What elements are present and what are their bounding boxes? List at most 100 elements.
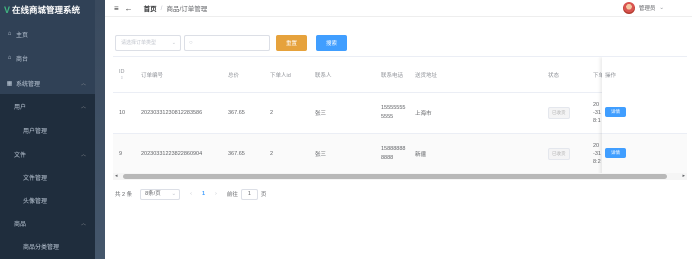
scroll-right-icon[interactable]: ▸ — [682, 173, 685, 180]
pagination: 共 2 条 8条/页 ⌄ ‹ 1 › 前往 1 页 — [115, 188, 266, 200]
chevron-up-icon: ︿ — [80, 103, 86, 110]
chevron-up-icon: ︿ — [80, 220, 86, 227]
goto-page-input[interactable]: 1 — [240, 188, 258, 200]
reset-button[interactable]: 重置 — [276, 35, 307, 51]
page-number-current[interactable]: 1 — [202, 191, 205, 197]
select-placeholder: 请选择订单类型 — [121, 40, 157, 46]
column-header-uid: 下单人id — [270, 72, 291, 79]
cell-status: 已收货 — [548, 93, 570, 133]
time-line: 20 — [593, 102, 600, 108]
search-input[interactable]: ○ — [184, 35, 270, 51]
next-page-icon[interactable]: › — [215, 191, 217, 197]
cell-contact: 张三 — [315, 152, 327, 158]
prev-page-icon[interactable]: ‹ — [190, 191, 192, 197]
time-line: 8:1 — [593, 118, 601, 124]
chevron-down-icon: ⌄ — [171, 190, 177, 197]
shop-icon: ⌂ — [7, 55, 12, 61]
sidebar-item-label: 系统管理 — [16, 81, 41, 88]
sidebar-item-avatar-manage[interactable]: 头像管理 — [0, 195, 95, 205]
column-header-phone: 联系电话 — [381, 72, 404, 79]
scrollbar-thumb[interactable] — [123, 174, 667, 179]
cell-phone: 15888888 8888 — [381, 134, 405, 174]
table-row[interactable]: 9 20230331223822860904 367.65 2 张三 15888… — [113, 133, 687, 173]
sidebar-item-label: 商品 — [14, 221, 27, 228]
chevron-up-icon: ︿ — [80, 151, 86, 158]
sidebar-item-label: 文件 — [14, 152, 27, 159]
sidebar-item-label: 头像管理 — [23, 198, 48, 205]
column-header-address: 送货地址 — [415, 72, 438, 79]
column-header-contact: 联系人 — [315, 72, 332, 79]
cell-uid: 2 — [270, 110, 274, 116]
column-header-total: 总价 — [228, 72, 240, 79]
order-type-select[interactable]: 请选择订单类型 ⌄ — [115, 35, 181, 51]
fixed-operations-column: 操作 详情 详情 — [602, 57, 687, 177]
sort-icon[interactable]: ⇕ — [120, 75, 123, 80]
cell-order-no: 20230331230812283586 — [141, 110, 203, 116]
grid-icon: ▦ — [6, 80, 13, 87]
sidebar-scrollbar[interactable] — [95, 0, 105, 259]
page-suffix: 页 — [260, 192, 267, 198]
horizontal-scrollbar[interactable]: ◂ ▸ — [113, 173, 687, 180]
goto-label: 前往 — [226, 192, 238, 198]
table-row[interactable]: 10 20230331230812283586 367.65 2 张三 1555… — [113, 92, 687, 132]
time-line: -31 — [593, 110, 601, 116]
cell-order-no: 20230331223822860904 — [141, 151, 203, 157]
orders-table: ID ⇕ 订单编号 总价 下单人id 联系人 联系电话 送货地址 状态 下单 1… — [113, 56, 687, 177]
sidebar-item-home[interactable]: ⌂ 主页 — [0, 29, 95, 39]
cell-time: 20 -31 8:1 — [593, 93, 601, 133]
chevron-down-icon: ⌄ — [659, 5, 664, 11]
page-size-select[interactable]: 8条/页 ⌄ — [140, 188, 181, 200]
sidebar-item-label: 用户 — [14, 104, 27, 111]
detail-button[interactable]: 详情 — [605, 148, 626, 158]
breadcrumb-home[interactable]: 首页 — [144, 3, 157, 13]
time-line: -31 — [593, 151, 601, 157]
status-badge: 已收货 — [548, 107, 570, 119]
search-button[interactable]: 搜索 — [316, 35, 347, 51]
phone-line: 8888 — [381, 155, 394, 161]
cell-phone: 15555555 5555 — [381, 93, 405, 133]
app-title: 在线商城管理系统 — [12, 5, 81, 15]
sidebar-item-system[interactable]: ▦ 系统管理 ︿ — [0, 78, 95, 88]
avatar — [622, 2, 635, 14]
breadcrumb-current: 商品/订单管理 — [166, 6, 208, 13]
user-name: 管理员 — [638, 6, 656, 12]
sidebar-item-label: 文件管理 — [23, 175, 48, 182]
cell-uid: 2 — [270, 151, 274, 157]
column-header-status: 状态 — [548, 72, 560, 79]
column-header-order-no: 订单编号 — [141, 72, 164, 79]
cell-time: 20 -31 8:2 — [593, 134, 601, 174]
back-arrow-icon[interactable]: ← — [125, 4, 133, 13]
sidebar-item-goods[interactable]: 商品 ︿ — [0, 218, 95, 228]
detail-button[interactable]: 详情 — [605, 107, 626, 117]
sidebar-item-goods-category[interactable]: 商品分类管理 — [0, 241, 95, 251]
page-size-value: 8条/页 — [145, 190, 161, 197]
user-menu[interactable]: 管理员 ⌄ — [622, 2, 664, 14]
cell-status: 已收货 — [548, 134, 570, 174]
cell-op: 详情 — [605, 92, 626, 132]
time-line: 8:2 — [593, 159, 601, 165]
column-header-op: 操作 — [605, 72, 617, 79]
scroll-left-icon[interactable]: ◂ — [115, 173, 118, 180]
menu-toggle-icon[interactable]: ≡ — [114, 4, 119, 13]
cell-total: 367.65 — [228, 110, 245, 116]
phone-line: 15888888 — [381, 146, 406, 152]
sidebar-item-shop[interactable]: ⌂ 商台 — [0, 53, 95, 63]
cell-address: 上海市 — [415, 111, 432, 117]
sidebar-item-user[interactable]: 用户 ︿ — [0, 101, 95, 111]
sidebar-item-label: 商品分类管理 — [23, 244, 60, 251]
app-brand: V 在线商城管理系统 — [0, 0, 95, 20]
sidebar-item-file-manage[interactable]: 文件管理 — [0, 172, 95, 182]
phone-line: 15555555 — [381, 105, 406, 111]
home-icon: ⌂ — [7, 31, 12, 37]
cell-id: 9 — [119, 151, 123, 157]
cell-address: 新疆 — [415, 152, 427, 158]
sidebar-item-user-manage[interactable]: 用户管理 — [0, 125, 95, 135]
sidebar-item-label: 主页 — [16, 32, 29, 39]
sidebar-item-label: 商台 — [16, 56, 29, 63]
chevron-up-icon: ︿ — [80, 80, 86, 87]
breadcrumb-separator: / — [160, 4, 163, 12]
column-header-id[interactable]: ID ⇕ — [119, 57, 125, 92]
sidebar-item-file[interactable]: 文件 ︿ — [0, 149, 95, 159]
cell-contact: 张三 — [315, 111, 327, 117]
cell-total: 367.65 — [228, 151, 245, 157]
